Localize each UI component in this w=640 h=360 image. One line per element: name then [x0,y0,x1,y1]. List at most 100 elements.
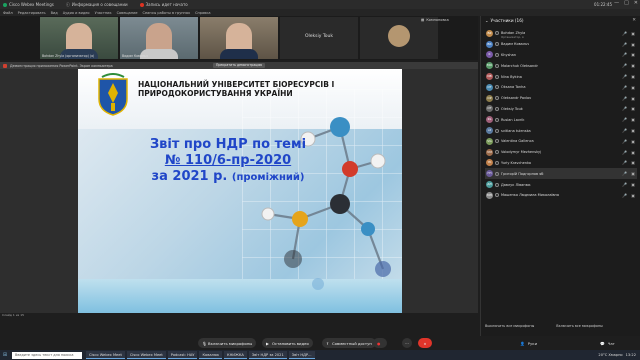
video-off-icon: ▣ [631,192,635,198]
participant-row[interactable]: NB Nina Bykina 🎤 ▣ [485,71,637,82]
participant-row[interactable]: MO Malarchuk Oleksandr 🎤 ▣ [485,60,637,71]
participant-name: Valentina Gallenca [501,139,534,144]
muted-microphone-icon[interactable]: 🎤 [622,182,627,187]
layout-button[interactable]: ▦ Компоновка [421,18,449,22]
mute-button[interactable]: 🎙 Включить микрофоны [198,338,257,348]
recording-indicator[interactable]: Запись идет начато [134,2,194,7]
participant-row[interactable]: МЛ Машенко Людмила Миколаївна 🎤 ▣ [485,190,637,201]
avatar: OP [486,94,493,102]
participant-row[interactable]: VG Valentina Gallenca 🎤 ▣ [485,136,637,147]
chat-toggle-button[interactable]: 💬 Чат [600,336,615,350]
participant-row[interactable]: BZ Bohdan Zhyla Организатор, я 🎤 ▣ [485,28,637,39]
video-tile[interactable]: Oleksiy Touk [280,17,358,59]
muted-microphone-icon[interactable]: 🎤 [622,150,627,155]
taskbar-app[interactable]: Cisco Webex Meet [86,351,125,359]
participant-row[interactable]: st svitlana tulenska 🎤 ▣ [485,125,637,136]
muted-microphone-icon[interactable]: 🎤 [622,42,627,47]
windows-start-icon[interactable]: ⊞ [0,350,10,360]
video-strip: Bohdan Zhyla (организатор) (я) Вадим Ков… [0,16,478,60]
video-tile[interactable] [360,17,438,59]
participant-row[interactable]: OP Oleksandr Pavlov 🎤 ▣ [485,93,637,104]
participant-name: Oleksandr Pavlov [501,96,532,101]
muted-microphone-icon[interactable]: 🎤 [622,193,627,198]
participant-row[interactable]: OT Oleksiy Touk 🎤 ▣ [485,104,637,115]
muted-microphone-icon[interactable]: 🎤 [622,139,627,144]
muted-microphone-icon[interactable]: 🎤 [622,117,627,122]
taskbar-app[interactable]: Ковалюк [199,351,223,359]
more-options-button[interactable]: ··· [402,338,412,348]
status-icon [495,193,499,198]
leave-meeting-button[interactable]: × [418,338,432,348]
record-button[interactable]: ● [373,338,387,348]
maximize-icon[interactable]: □ [624,0,629,6]
participant-row[interactable]: K Khyshan 🎤 ▣ [485,50,637,61]
menu-item[interactable]: Файл [3,11,13,15]
taskbar-app[interactable]: Звіт НДР за 2021 [248,351,287,359]
menu-item[interactable]: Аудио и видео [63,11,90,15]
avatar: VG [486,137,493,145]
menu-bar: Файл Редактировать Вид Аудио и видео Участни… [0,9,640,16]
muted-microphone-icon[interactable]: 🎤 [622,52,627,57]
menu-item[interactable]: Совещание [117,11,138,15]
participant-row[interactable]: ВК Вадим Ковальч 🎤 ▣ [485,39,637,50]
video-off-icon: ▣ [631,30,635,36]
participant-row[interactable]: RL Ruslan Lavrik 🎤 ▣ [485,114,637,125]
mute-all-button[interactable]: Выключить все микрофоны [485,324,534,328]
person-icon: 👤 [520,340,525,346]
participant-row[interactable]: ДЛ Давлук Ліванюк 🎤 ▣ [485,179,637,190]
taskbar-apps: Cisco Webex Meet Cisco Webex Meet Podcast:… [86,351,315,359]
muted-microphone-icon[interactable]: 🎤 [622,63,627,68]
participant-name: Машенко Людмила Миколаївна [501,193,559,198]
menu-item[interactable]: Сеансы работы в группах [143,11,191,15]
participants-toggle-button[interactable]: 👤 Руки [520,336,537,350]
webex-window: Cisco Webex Meetings ⓘ Информация о сове… [0,0,640,360]
taskbar-app[interactable]: Звіт НДР... [288,351,315,359]
video-tile[interactable]: Bohdan Zhyla (организатор) (я) [40,17,118,59]
end-call-icon: × [423,340,427,346]
menu-item[interactable]: Редактировать [18,11,46,15]
presentation-slide: НАЦІОНАЛЬНИЙ УНІВЕРСИТЕТ БІОРЕСУРСІВ І П… [78,69,402,313]
taskbar-search-input[interactable]: Введите здесь текст для поиска [12,351,82,359]
participant-row[interactable]: OT Oksana Tonha 🎤 ▣ [485,82,637,93]
muted-microphone-icon[interactable]: 🎤 [622,128,627,133]
muted-microphone-icon[interactable]: 🎤 [622,31,627,36]
taskbar-app[interactable]: КНИЖКА [224,351,247,359]
close-icon[interactable]: ✕ [632,18,636,23]
video-button[interactable]: ▶ Остановить видео [262,338,313,348]
muted-microphone-icon[interactable]: 🎤 [622,171,627,176]
menu-item[interactable]: Справка [195,11,210,15]
muted-microphone-icon[interactable]: 🎤 [622,160,627,165]
muted-microphone-icon[interactable]: 🎤 [622,106,627,111]
meeting-info-button[interactable]: ⓘ Информация о совещании [60,2,134,8]
participant-name: Вадим Ковальч [501,42,530,47]
avatar: RL [486,116,493,124]
menu-item[interactable]: Вид [51,11,58,15]
muted-microphone-icon[interactable]: 🎤 [622,85,627,90]
participant-row[interactable]: VM Volodymyr Mezhenskyj 🎤 ▣ [485,147,637,158]
participant-row[interactable]: ГП Григорій Подгорнов яб 🎤 ▣ [485,168,637,180]
avatar: K [486,51,493,59]
taskbar-app[interactable]: Cisco Webex Meet [126,351,166,359]
video-tile[interactable] [200,17,278,59]
share-button[interactable]: ⇪ Совместный доступ [322,338,376,348]
mute-label: Включить микрофоны [208,340,253,346]
muted-microphone-icon[interactable]: 🎤 [622,74,627,79]
muted-microphone-icon[interactable]: 🎤 [622,96,627,101]
minimize-icon[interactable]: — [614,0,619,6]
participant-name: Давлук Ліванюк [501,182,531,187]
avatar: ГП [486,170,493,178]
avatar: OT [486,105,493,113]
video-tile-name: Oleksiy Touk [304,34,334,39]
title-bar: Cisco Webex Meetings ⓘ Информация о сове… [0,0,640,9]
close-icon[interactable]: ✕ [634,0,638,6]
video-off-icon: ▣ [631,95,635,101]
unmute-all-button[interactable]: Включить все микрофоны [556,324,603,328]
taskbar-app[interactable]: Podcast: НАУ [167,351,198,359]
chevron-down-icon[interactable]: ⌄ [485,18,489,23]
video-off-icon: ▣ [631,149,635,155]
status-icon [495,128,499,133]
stop-sharing-button[interactable]: Прекратить демонстрацию [213,63,266,68]
menu-item[interactable]: Участник [95,11,112,15]
video-tile[interactable]: Вадим Ковальч [120,17,198,59]
participant-row[interactable]: YK Yuriy Kravchenko 🎤 ▣ [485,158,637,169]
